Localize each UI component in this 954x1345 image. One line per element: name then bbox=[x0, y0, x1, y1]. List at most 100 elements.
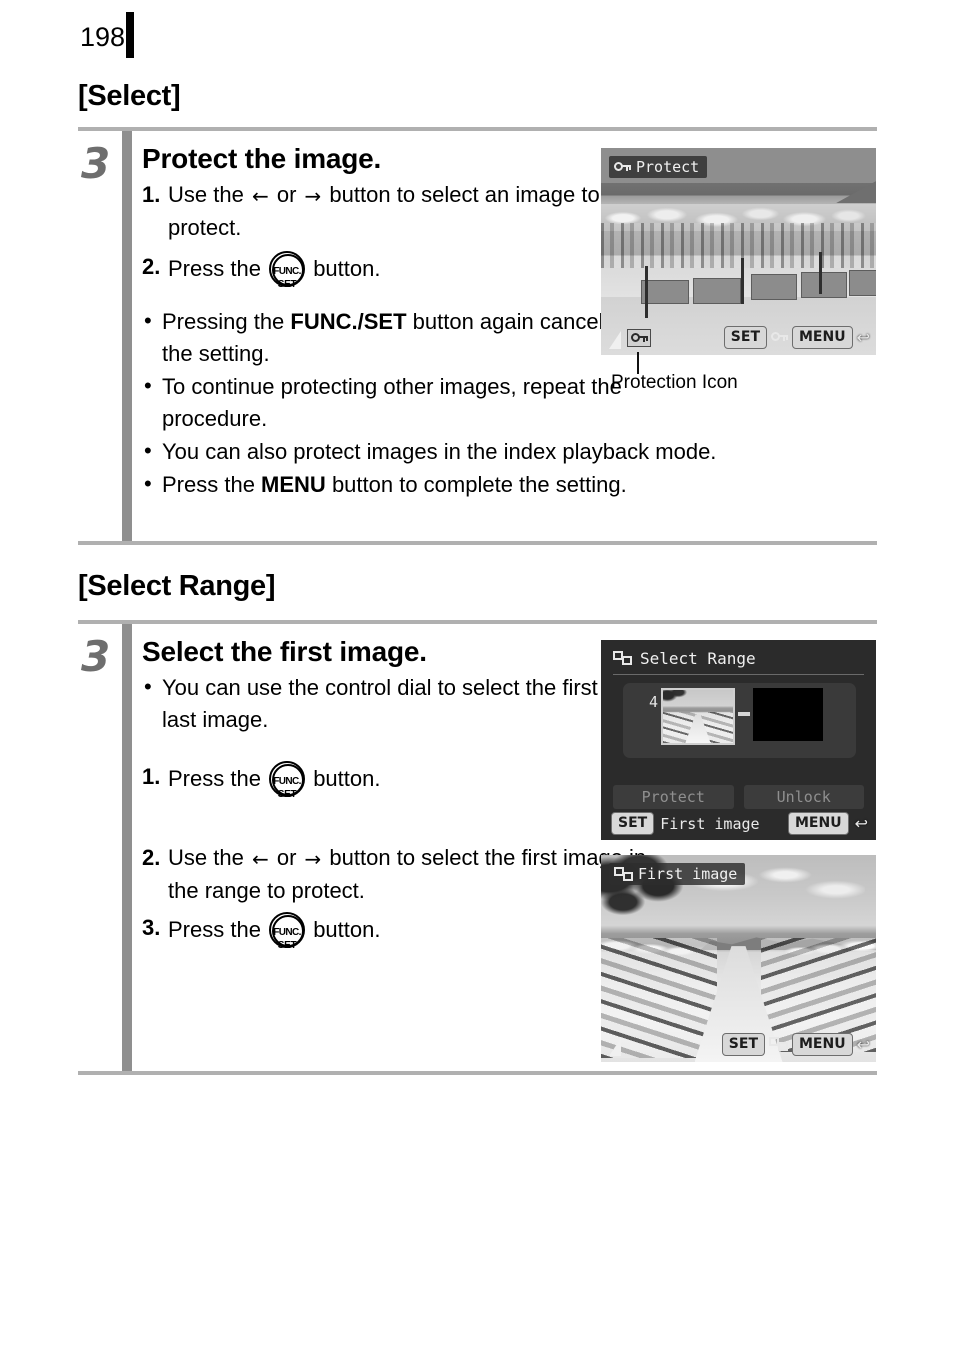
range-icon bbox=[614, 866, 633, 882]
photo-lounger bbox=[693, 278, 741, 304]
step-body: Select the first image. • You can use th… bbox=[142, 628, 662, 951]
photo-lounger bbox=[751, 274, 797, 300]
first-image-thumbnail[interactable] bbox=[661, 688, 735, 745]
step-number: 3 bbox=[81, 139, 111, 188]
footer-hint-text: First image bbox=[660, 814, 760, 833]
bullet-dot-icon: • bbox=[144, 308, 152, 333]
key-icon bbox=[614, 161, 631, 173]
numbered-step-2-pre: Use the bbox=[168, 845, 244, 870]
numbered-step-1-mid: or bbox=[276, 182, 297, 207]
unlock-action-button[interactable]: Unlock bbox=[743, 785, 864, 809]
range-icon bbox=[613, 651, 632, 666]
select-range-divider bbox=[613, 674, 864, 675]
numbered-step-2-number: 2. bbox=[142, 845, 161, 870]
rule-top bbox=[78, 620, 877, 624]
photo-lounger bbox=[641, 280, 689, 304]
numbered-step-2-pre: Press the bbox=[168, 256, 261, 281]
protect-badge-label: Protect bbox=[636, 158, 700, 176]
bullet-item: • Press the MENU button to complete the … bbox=[142, 469, 902, 501]
select-range-footer: SET First image MENU ↩ bbox=[611, 812, 868, 835]
photo-crowd bbox=[601, 222, 876, 269]
return-arrow-icon: ↩ bbox=[856, 1035, 870, 1054]
step-accent-bar bbox=[122, 131, 132, 541]
photo-loungers-left bbox=[601, 937, 717, 1058]
protect-badge: Protect bbox=[609, 156, 708, 178]
rule-top bbox=[78, 127, 877, 131]
return-arrow-icon: ↩ bbox=[856, 328, 870, 347]
rule-bottom bbox=[78, 541, 877, 545]
thumbnail-index: 4 bbox=[649, 693, 659, 711]
bullet-text-post: button to complete the setting. bbox=[325, 472, 627, 497]
numbered-step-1-pre: Press the bbox=[168, 766, 261, 791]
bullet-text-pre: To continue protecting other images, rep… bbox=[162, 374, 622, 431]
arrow-right-icon: → bbox=[304, 184, 322, 208]
numbered-step-3-pre: Press the bbox=[168, 917, 261, 942]
set-button[interactable]: SET bbox=[721, 1033, 765, 1056]
numbered-step-2-mid: or bbox=[276, 845, 297, 870]
numbered-step-1-post: button. bbox=[313, 766, 381, 791]
bullet-text-pre: You can use the control dial to select t… bbox=[162, 675, 624, 732]
bullet-item: • Pressing the FUNC./SET button again ca… bbox=[142, 306, 632, 370]
select-range-actions: Protect Unlock bbox=[613, 785, 864, 809]
numbered-step-1: 1. Use the ← or → button to select an im… bbox=[142, 179, 662, 243]
bullet-text-pre: You can also protect images in the index… bbox=[162, 439, 717, 464]
select-range-title: Select Range bbox=[640, 649, 756, 668]
photo-umbrella-pole bbox=[741, 258, 744, 304]
numbered-step-1-pre: Use the bbox=[168, 182, 244, 207]
numbered-step-2-number: 2. bbox=[142, 254, 161, 279]
menu-button[interactable]: MENU bbox=[792, 1033, 853, 1056]
beach-path-photo bbox=[601, 855, 876, 1062]
numbered-step-1: 1. Press the FUNC. SET button. bbox=[142, 761, 662, 800]
footer-right-group: MENU ↩ bbox=[788, 812, 868, 835]
bullet-text-bold: FUNC./SET bbox=[290, 309, 407, 334]
bullet-dot-icon: • bbox=[144, 438, 152, 463]
arrow-left-icon: ← bbox=[251, 184, 269, 208]
func-set-button-icon: FUNC. SET bbox=[269, 912, 306, 951]
arrow-right-icon: → bbox=[304, 847, 322, 871]
step-accent-bar bbox=[122, 624, 132, 1071]
func-set-bottom-label: SET bbox=[277, 279, 297, 290]
numbered-step-3-post: button. bbox=[313, 917, 381, 942]
page-number: 198 bbox=[80, 22, 126, 52]
section-title-select-range: [Select Range] bbox=[78, 570, 276, 602]
beach-photo bbox=[601, 148, 876, 355]
step-heading: Select the first image. bbox=[142, 636, 427, 667]
return-arrow-icon: ↩ bbox=[854, 814, 868, 833]
menu-button[interactable]: MENU bbox=[788, 812, 849, 835]
photo-lounger bbox=[801, 272, 847, 298]
last-image-placeholder[interactable] bbox=[753, 688, 823, 741]
first-image-badge-label: First image bbox=[638, 865, 738, 883]
step-body: Protect the image. 1. Use the ← or → but… bbox=[142, 135, 716, 501]
bullet-item: • You can use the control dial to select… bbox=[142, 672, 632, 736]
func-set-bottom-label: SET bbox=[277, 789, 297, 800]
camera-screen-protect: Protect SET MENU ↩ bbox=[601, 148, 876, 355]
camera-screen-first-image: First image SET MENU ↩ bbox=[601, 855, 876, 1062]
set-button[interactable]: SET bbox=[723, 326, 767, 349]
camera-bottom-bar: SET MENU ↩ bbox=[723, 326, 870, 349]
bullet-dot-icon: • bbox=[144, 373, 152, 398]
callout-caption: Protection Icon bbox=[611, 372, 738, 393]
numbered-step-3: 3. Press the FUNC. SET button. bbox=[142, 912, 662, 951]
protection-icon bbox=[627, 329, 651, 347]
photo-lounger bbox=[849, 270, 876, 296]
section-title-select: [Select] bbox=[78, 80, 181, 112]
select-range-title-row: Select Range bbox=[613, 649, 756, 668]
numbered-step-1-number: 1. bbox=[142, 182, 161, 207]
func-set-button-icon: FUNC. SET bbox=[269, 251, 306, 290]
menu-button[interactable]: MENU bbox=[792, 326, 853, 349]
numbered-step-2: 2. Use the ← or → button to select the f… bbox=[142, 842, 662, 906]
photo-umbrella-pole bbox=[645, 266, 648, 318]
key-icon bbox=[630, 332, 648, 344]
camera-screen-select-range: Select Range 4 Protect Unlock SET First … bbox=[601, 640, 876, 840]
key-icon bbox=[771, 332, 788, 343]
page-number-bar bbox=[126, 12, 134, 58]
bullet-item: • You can also protect images in the ind… bbox=[142, 436, 902, 468]
numbered-step-3-number: 3. bbox=[142, 915, 161, 940]
func-set-bottom-label: SET bbox=[277, 940, 297, 951]
step-number: 3 bbox=[81, 632, 111, 681]
page-header: 198 bbox=[0, 0, 954, 70]
protect-action-button[interactable]: Protect bbox=[613, 785, 734, 809]
set-button[interactable]: SET bbox=[611, 812, 655, 835]
first-image-badge: First image bbox=[609, 863, 746, 885]
rule-bottom bbox=[78, 1071, 877, 1075]
